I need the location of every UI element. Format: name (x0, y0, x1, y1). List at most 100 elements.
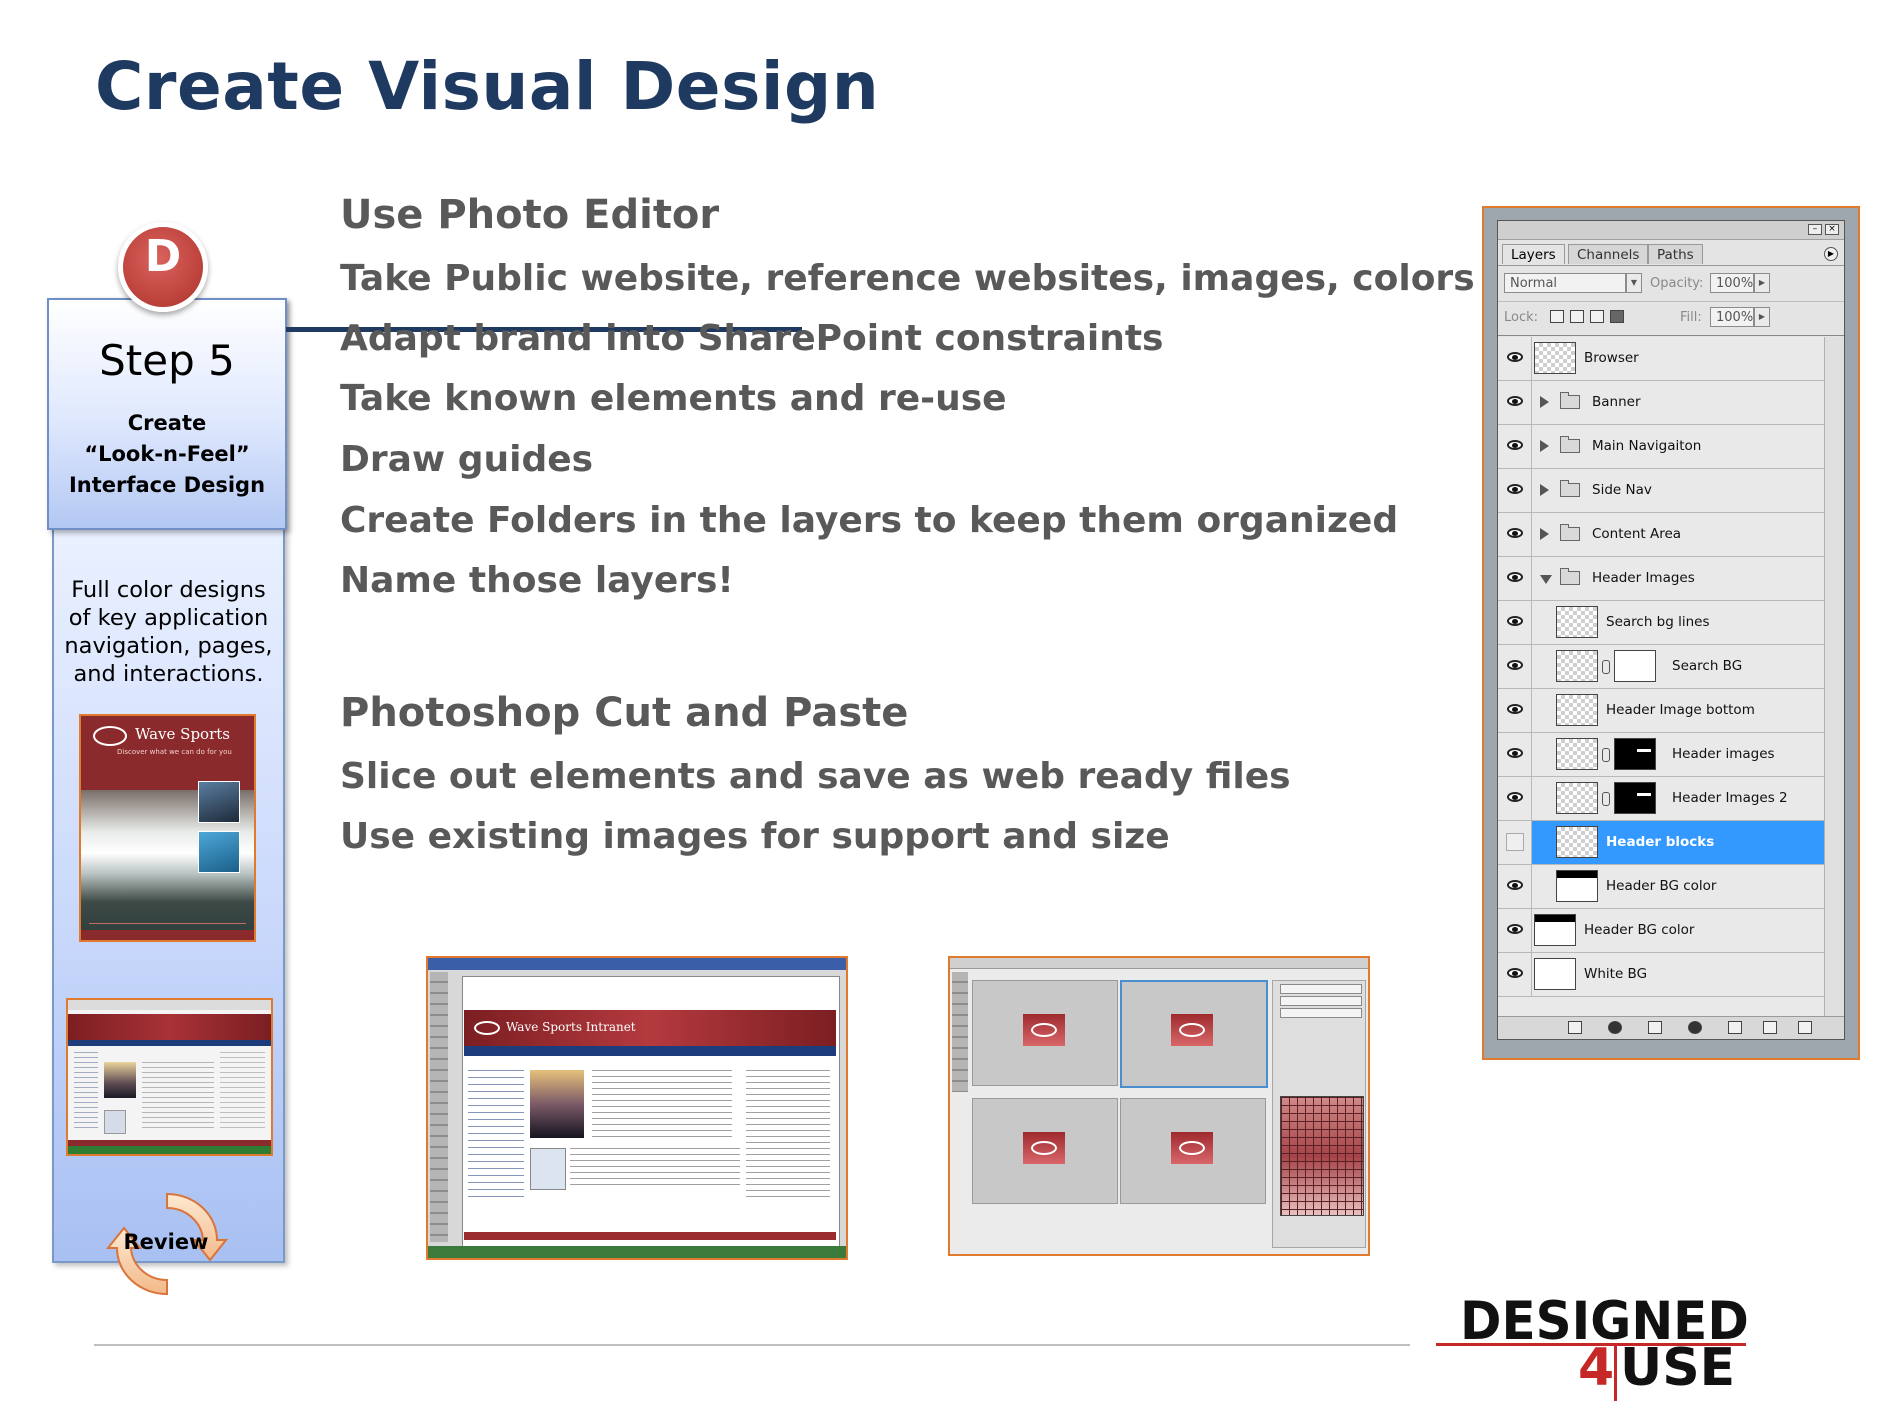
toolbox (430, 972, 448, 1242)
visibility-toggle[interactable] (1498, 689, 1532, 732)
expand-triangle-icon[interactable] (1540, 396, 1549, 408)
layer-list-scrollbar[interactable] (1824, 337, 1844, 1019)
layer-row[interactable]: Main Navigaiton (1498, 425, 1824, 469)
layer-style-icon[interactable] (1608, 1021, 1622, 1034)
visibility-toggle[interactable] (1498, 645, 1532, 688)
visibility-toggle[interactable] (1498, 425, 1532, 468)
layer-row[interactable]: Header BG color (1498, 909, 1824, 953)
layer-row[interactable]: Header blocks (1498, 821, 1824, 865)
site-nav (68, 1040, 271, 1046)
layer-row[interactable]: Banner (1498, 381, 1824, 425)
layer-thumbnail (1556, 606, 1598, 638)
layer-row[interactable]: Side Nav (1498, 469, 1824, 513)
blend-mode-select[interactable]: Normal (1504, 273, 1626, 293)
layer-row[interactable]: Content Area (1498, 513, 1824, 557)
panel-menu-icon[interactable]: ▶ (1824, 247, 1838, 261)
layer-name: Header Images 2 (1672, 790, 1788, 806)
new-group-icon[interactable] (1728, 1021, 1742, 1034)
tab-layers[interactable]: Layers (1502, 244, 1565, 264)
mask-link-icon[interactable] (1602, 660, 1610, 674)
visibility-toggle[interactable] (1498, 953, 1532, 996)
folder-icon (1560, 568, 1580, 585)
adjustment-layer-icon[interactable] (1688, 1021, 1702, 1034)
logo-tile (1023, 1014, 1065, 1046)
mask-link-icon[interactable] (1602, 792, 1610, 806)
folder-icon (1560, 524, 1580, 541)
visibility-toggle[interactable] (1498, 777, 1532, 820)
visibility-toggle[interactable] (1498, 601, 1532, 644)
opacity-input[interactable]: 100% (1710, 273, 1754, 293)
logo-four: 4 (1578, 1338, 1615, 1398)
layer-thumbnail (1556, 870, 1598, 902)
eye-icon (1507, 924, 1523, 934)
site-header (68, 1014, 271, 1040)
trash-icon[interactable] (1798, 1021, 1812, 1034)
content-lines (142, 1062, 214, 1132)
layer-row[interactable]: Browser (1498, 337, 1824, 381)
expand-triangle-icon[interactable] (1540, 528, 1549, 540)
expand-triangle-icon[interactable] (1540, 484, 1549, 496)
content-lines (570, 1148, 740, 1188)
link-layers-icon[interactable] (1568, 1021, 1582, 1034)
description-line: of key application (68, 605, 269, 631)
layer-name: Browser (1584, 350, 1639, 366)
done-button (1280, 1008, 1362, 1018)
visibility-toggle[interactable] (1498, 513, 1532, 556)
wave-logo-icon (93, 726, 127, 746)
layer-row[interactable]: Header Image bottom (1498, 689, 1824, 733)
chevron-down-icon[interactable]: ▼ (1626, 273, 1642, 293)
layer-row[interactable]: Search bg lines (1498, 601, 1824, 645)
expand-triangle-icon[interactable] (1540, 440, 1549, 452)
surfer-photo (104, 1062, 136, 1098)
folder-icon (1560, 480, 1580, 497)
visibility-toggle[interactable] (1498, 733, 1532, 776)
eye-icon (1507, 748, 1523, 758)
tab-paths[interactable]: Paths (1648, 244, 1703, 264)
surfer-photo-2 (198, 831, 240, 873)
layer-row[interactable]: Header images (1498, 733, 1824, 777)
mask-link-icon[interactable] (1602, 748, 1610, 762)
layer-mask-thumbnail[interactable] (1614, 738, 1656, 770)
visibility-toggle[interactable] (1498, 381, 1532, 424)
step-label-line: Create (127, 411, 207, 435)
visibility-toggle[interactable] (1498, 821, 1532, 864)
lock-pixels-icon[interactable] (1570, 310, 1584, 323)
eye-icon (1507, 528, 1523, 538)
fill-input[interactable]: 100% (1710, 307, 1754, 327)
lock-transparency-icon[interactable] (1550, 310, 1564, 323)
layer-row[interactable]: White BG (1498, 953, 1824, 997)
layer-row[interactable]: Header Images 2 (1498, 777, 1824, 821)
eye-icon (1507, 396, 1523, 406)
opacity-slider-icon[interactable]: ▶ (1754, 273, 1770, 293)
visibility-toggle[interactable] (1498, 469, 1532, 512)
layer-thumbnail (1534, 958, 1576, 990)
layer-row[interactable]: Header BG color (1498, 865, 1824, 909)
right-column-lines (220, 1052, 265, 1132)
logo-bar (1614, 1345, 1617, 1401)
fill-slider-icon[interactable]: ▶ (1754, 307, 1770, 327)
visibility-toggle[interactable] (1498, 909, 1532, 952)
layers-bottom-toolbar (1498, 1016, 1844, 1039)
expand-triangle-open-icon[interactable] (1540, 575, 1552, 584)
wave-logo-icon (1031, 1023, 1057, 1037)
tab-channels[interactable]: Channels (1568, 244, 1649, 264)
lock-position-icon[interactable] (1590, 310, 1604, 323)
layer-mask-thumbnail[interactable] (1614, 782, 1656, 814)
photoshop-intranet-screenshot: Wave Sports Intranet (426, 956, 848, 1260)
layer-row[interactable]: Header Images (1498, 557, 1824, 601)
layer-row[interactable]: Search BG (1498, 645, 1824, 689)
blend-row: Normal ▼ Opacity: 100% ▶ (1498, 265, 1844, 302)
close-icon[interactable]: × (1825, 224, 1839, 235)
eye-icon (1507, 616, 1523, 626)
visibility-toggle[interactable] (1498, 865, 1532, 908)
minimize-icon[interactable]: – (1808, 224, 1822, 235)
visibility-toggle[interactable] (1498, 337, 1532, 380)
add-mask-icon[interactable] (1648, 1021, 1662, 1034)
layer-mask-thumbnail[interactable] (1614, 650, 1656, 682)
logo-use: USE (1620, 1338, 1736, 1398)
new-layer-icon[interactable] (1763, 1021, 1777, 1034)
visibility-toggle[interactable] (1498, 557, 1532, 600)
secondary-photo (104, 1110, 126, 1134)
lock-all-icon[interactable] (1610, 310, 1624, 323)
poster-tagline: Discover what we can do for you (117, 748, 232, 756)
